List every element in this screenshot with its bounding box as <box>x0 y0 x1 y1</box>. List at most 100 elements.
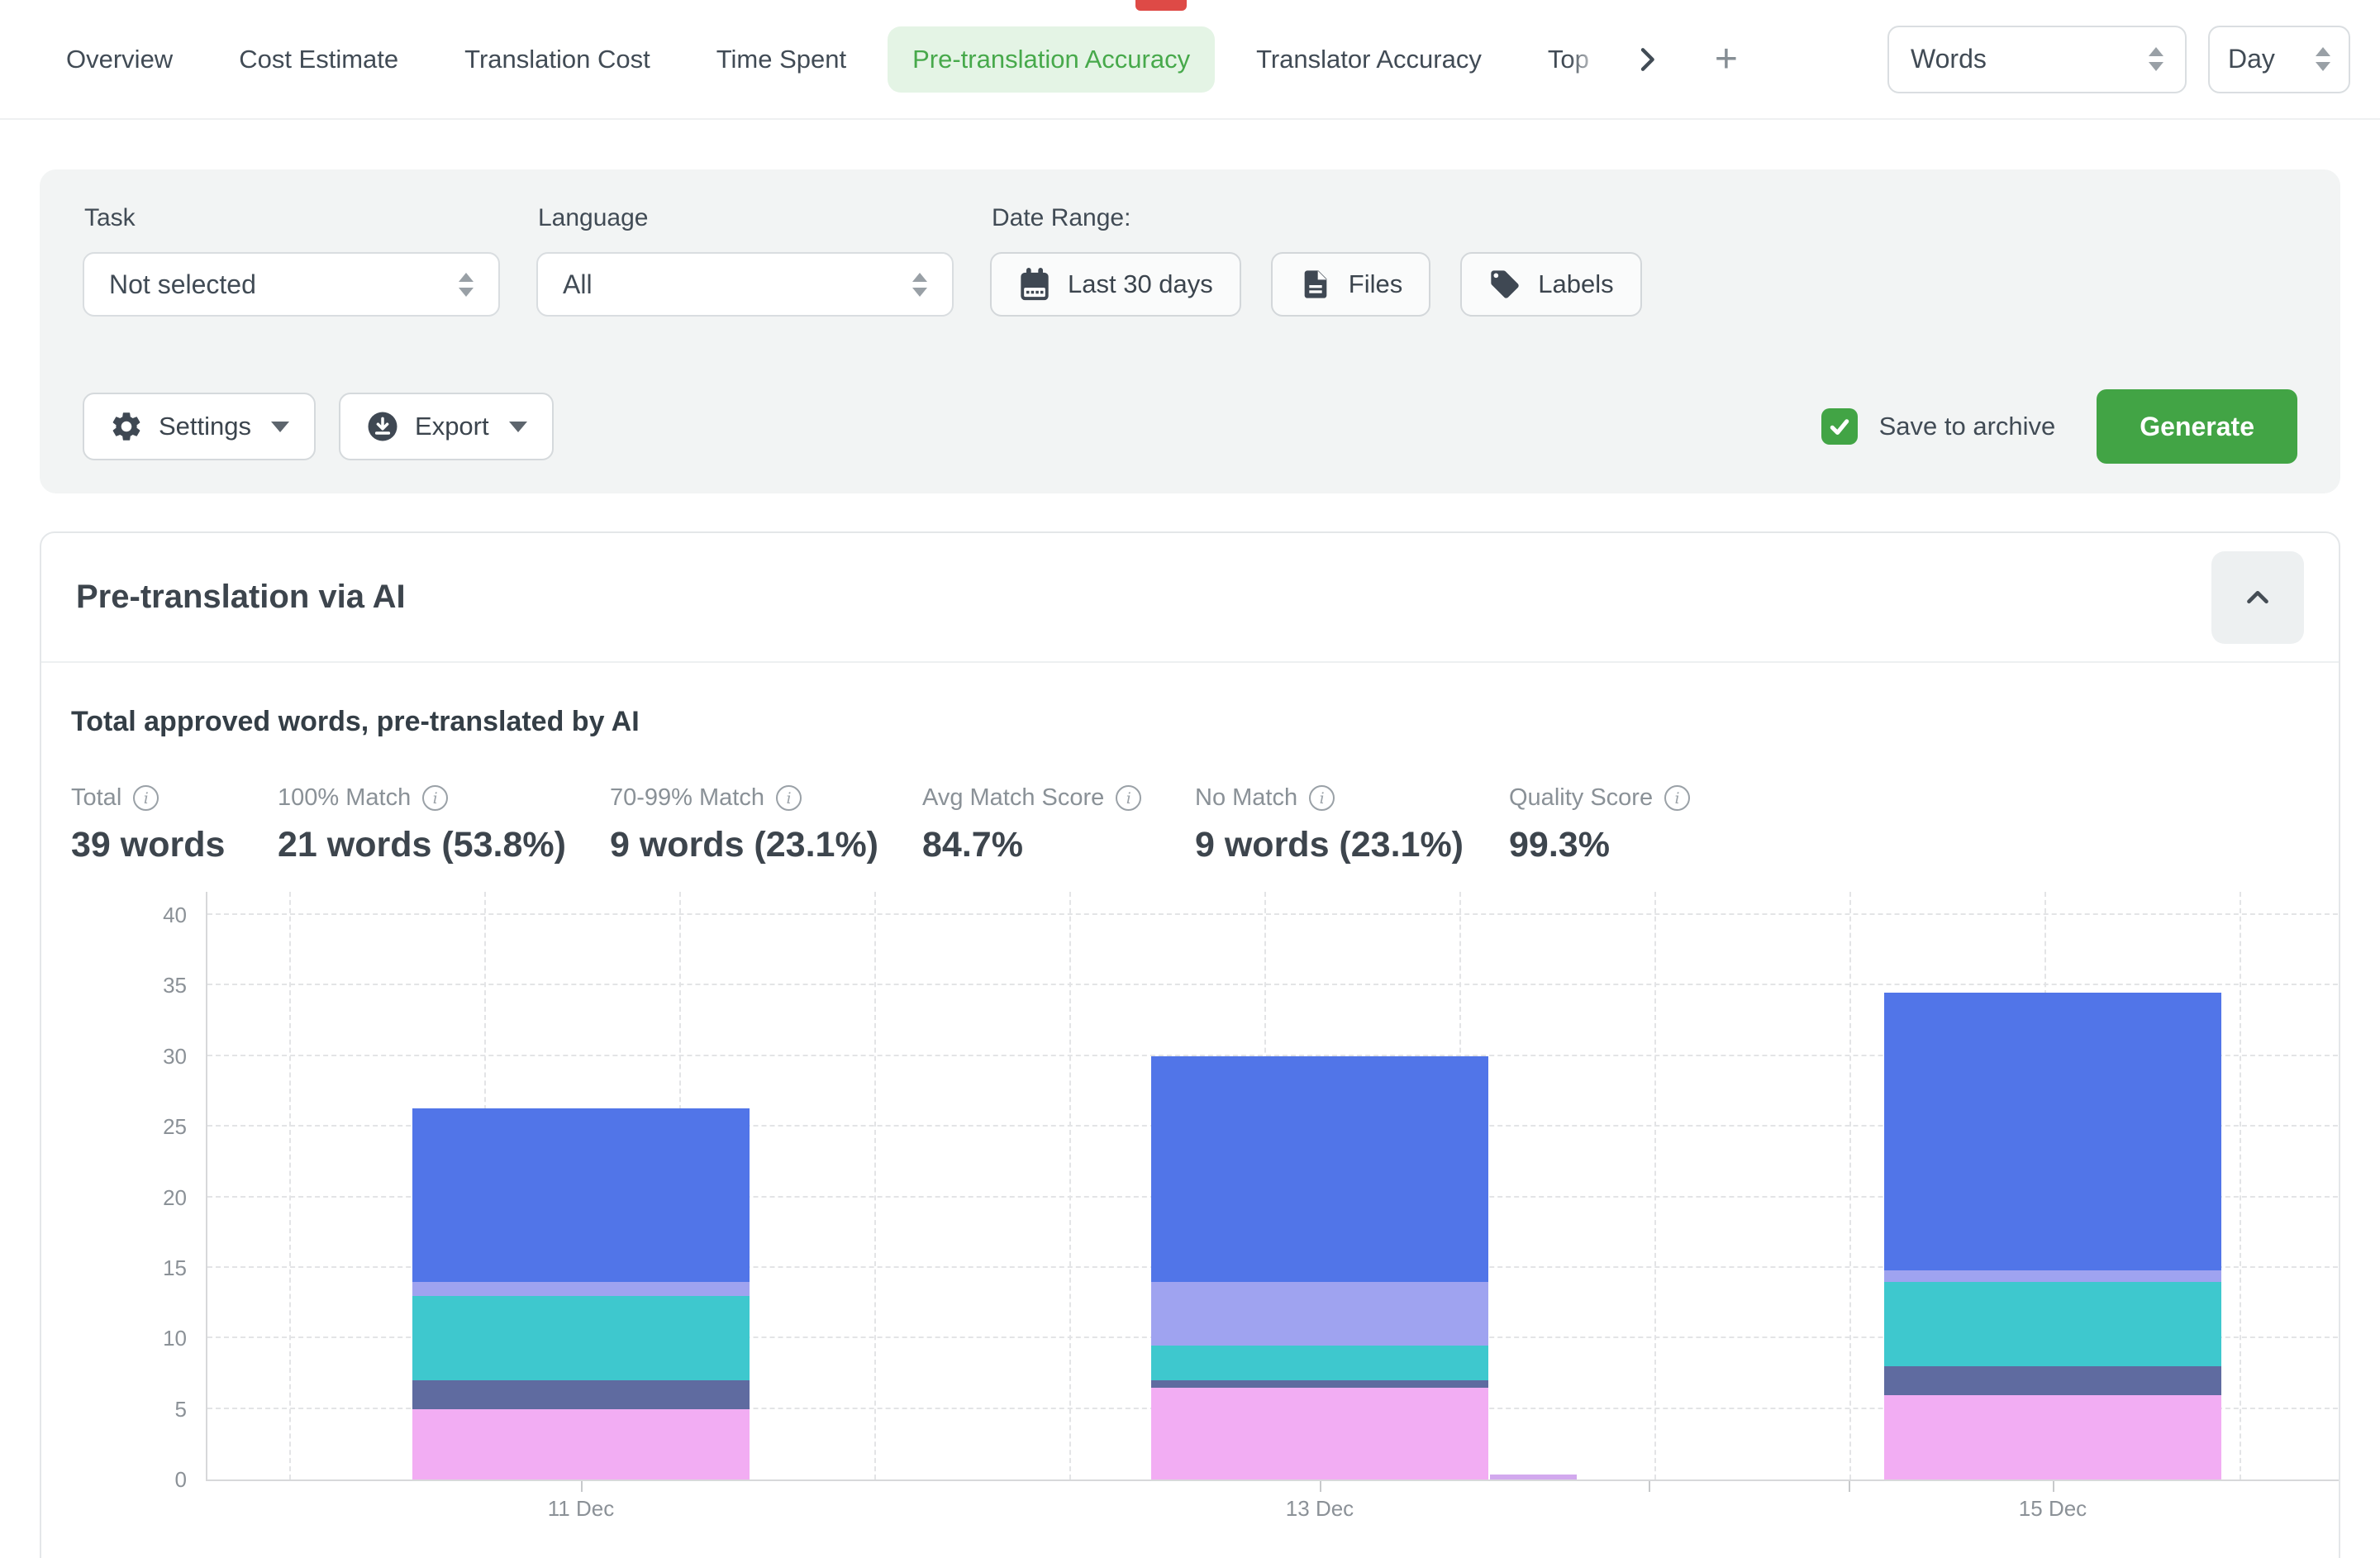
bar-segment[interactable] <box>1151 1056 1488 1282</box>
task-label: Task <box>84 204 500 232</box>
tab-translation-cost[interactable]: Translation Cost <box>464 45 650 74</box>
files-button[interactable]: Files <box>1271 252 1430 317</box>
language-select[interactable]: All <box>536 252 954 317</box>
x-gridline <box>1654 892 1656 1479</box>
bar-segment[interactable] <box>1151 1388 1488 1479</box>
bar-segment[interactable] <box>412 1296 750 1380</box>
bar-segment[interactable] <box>1884 1366 2221 1394</box>
download-icon <box>365 409 400 444</box>
info-icon[interactable]: i <box>1116 785 1141 811</box>
y-tick-label: 15 <box>163 1255 187 1281</box>
settings-button[interactable]: Settings <box>83 393 316 460</box>
save-to-archive-label[interactable]: Save to archive <box>1879 412 2056 441</box>
unit-select[interactable]: Words <box>1887 26 2187 93</box>
save-to-archive-checkbox[interactable] <box>1821 408 1858 445</box>
stat-value: 9 words (23.1%) <box>1195 825 1509 865</box>
plot-area: 11 Dec13 Dec15 Dec <box>206 892 2340 1481</box>
y-tick-label: 0 <box>175 1467 187 1493</box>
recording-indicator <box>1135 0 1187 11</box>
export-button[interactable]: Export <box>339 393 554 460</box>
bar-segment[interactable] <box>412 1380 750 1408</box>
stat-total: Totali 39 words <box>71 784 278 865</box>
stat-value: 21 words (53.8%) <box>278 825 610 865</box>
x-gridline <box>2240 892 2241 1479</box>
gear-icon <box>109 409 144 444</box>
period-select-value: Day <box>2228 44 2275 74</box>
add-tab-icon[interactable]: + <box>1715 40 1738 79</box>
chevron-right-icon[interactable] <box>1630 43 1664 76</box>
stat-70-99-match: 70-99% Match i 9 words (23.1%) <box>610 784 922 865</box>
bar-segment[interactable] <box>1884 1282 2221 1366</box>
files-button-label: Files <box>1349 269 1402 299</box>
unit-select-value: Words <box>1911 44 1987 74</box>
collapse-button[interactable] <box>2211 551 2304 644</box>
stat-avg-match-score: Avg Match Score i 84.7% <box>922 784 1195 865</box>
tab-top-overflow[interactable]: Top <box>1548 45 1609 74</box>
stat-label: Quality Score <box>1509 784 1653 812</box>
tab-translator-accuracy[interactable]: Translator Accuracy <box>1256 45 1482 74</box>
stat-value: 9 words (23.1%) <box>610 825 922 865</box>
stat-label: Avg Match Score <box>922 784 1104 812</box>
period-select[interactable]: Day <box>2208 26 2350 93</box>
bar-segment[interactable] <box>1151 1346 1488 1381</box>
info-icon[interactable]: i <box>1309 785 1335 811</box>
select-arrows-icon <box>2316 47 2330 71</box>
x-tick <box>581 1481 583 1492</box>
stat-quality-score: Quality Scorei 99.3% <box>1509 784 1690 865</box>
bar-segment[interactable] <box>1884 993 2221 1270</box>
export-button-label: Export <box>415 412 489 441</box>
bar-segment[interactable] <box>1151 1380 1488 1388</box>
tab-cost-estimate[interactable]: Cost Estimate <box>239 45 398 74</box>
bar-segment[interactable] <box>1151 1282 1488 1346</box>
y-gridline <box>207 984 2340 985</box>
generate-button[interactable]: Generate <box>2097 389 2297 464</box>
task-filter-group: Task Not selected <box>83 204 500 317</box>
report-tabs-bar: Overview Cost Estimate Translation Cost … <box>0 0 2380 120</box>
x-gridline <box>1069 892 1071 1479</box>
info-icon[interactable]: i <box>1664 785 1690 811</box>
info-icon[interactable]: i <box>776 785 802 811</box>
bar-segment[interactable] <box>412 1108 750 1282</box>
x-tick <box>1320 1481 1321 1492</box>
bar-segment[interactable] <box>412 1282 750 1296</box>
card-title: Pre-translation via AI <box>76 579 406 616</box>
stat-value: 84.7% <box>922 825 1195 865</box>
analytics-page: Overview Cost Estimate Translation Cost … <box>0 0 2380 1558</box>
task-select[interactable]: Not selected <box>83 252 500 317</box>
stat-label: 100% Match <box>278 784 411 812</box>
info-icon[interactable]: i <box>133 785 159 811</box>
bar-segment[interactable] <box>1884 1270 2221 1282</box>
file-icon <box>1299 268 1332 301</box>
x-tick <box>2053 1481 2054 1492</box>
stat-label: No Match <box>1195 784 1297 812</box>
bar-segment[interactable] <box>1884 1395 2221 1479</box>
tab-pre-translation-accuracy[interactable]: Pre-translation Accuracy <box>888 26 1215 93</box>
select-arrows-icon <box>912 273 927 297</box>
check-icon <box>1827 414 1852 439</box>
pre-translation-card: Pre-translation via AI Total approved wo… <box>40 531 2340 1558</box>
caret-down-icon <box>271 422 289 432</box>
tab-overview[interactable]: Overview <box>66 45 173 74</box>
stat-no-match: No Match i 9 words (23.1%) <box>1195 784 1509 865</box>
chevron-up-icon <box>2239 579 2277 617</box>
tab-time-spent[interactable]: Time Spent <box>716 45 846 74</box>
bar-segment[interactable] <box>412 1409 750 1479</box>
stat-value: 39 words <box>71 825 278 865</box>
info-icon[interactable]: i <box>422 785 448 811</box>
y-tick-label: 40 <box>163 903 187 928</box>
y-tick-label: 25 <box>163 1114 187 1140</box>
y-tick-label: 30 <box>163 1044 187 1070</box>
y-tick-label: 20 <box>163 1185 187 1211</box>
settings-button-label: Settings <box>159 412 251 441</box>
date-range-group: Date Range: Last 30 da <box>990 204 1642 317</box>
calendar-icon <box>1018 267 1051 302</box>
stat-label: 70-99% Match <box>610 784 764 812</box>
language-filter-group: Language All <box>536 204 954 317</box>
y-tick-label: 5 <box>175 1397 187 1422</box>
labels-button[interactable]: Labels <box>1460 252 1641 317</box>
summary-stats: Totali 39 words 100% Match i 21 words (53… <box>71 784 2309 865</box>
date-range-value: Last 30 days <box>1068 269 1213 299</box>
x-gridline <box>874 892 876 1479</box>
x-axis-date-label: 15 Dec <box>2019 1496 2087 1522</box>
date-range-button[interactable]: Last 30 days <box>990 252 1241 317</box>
